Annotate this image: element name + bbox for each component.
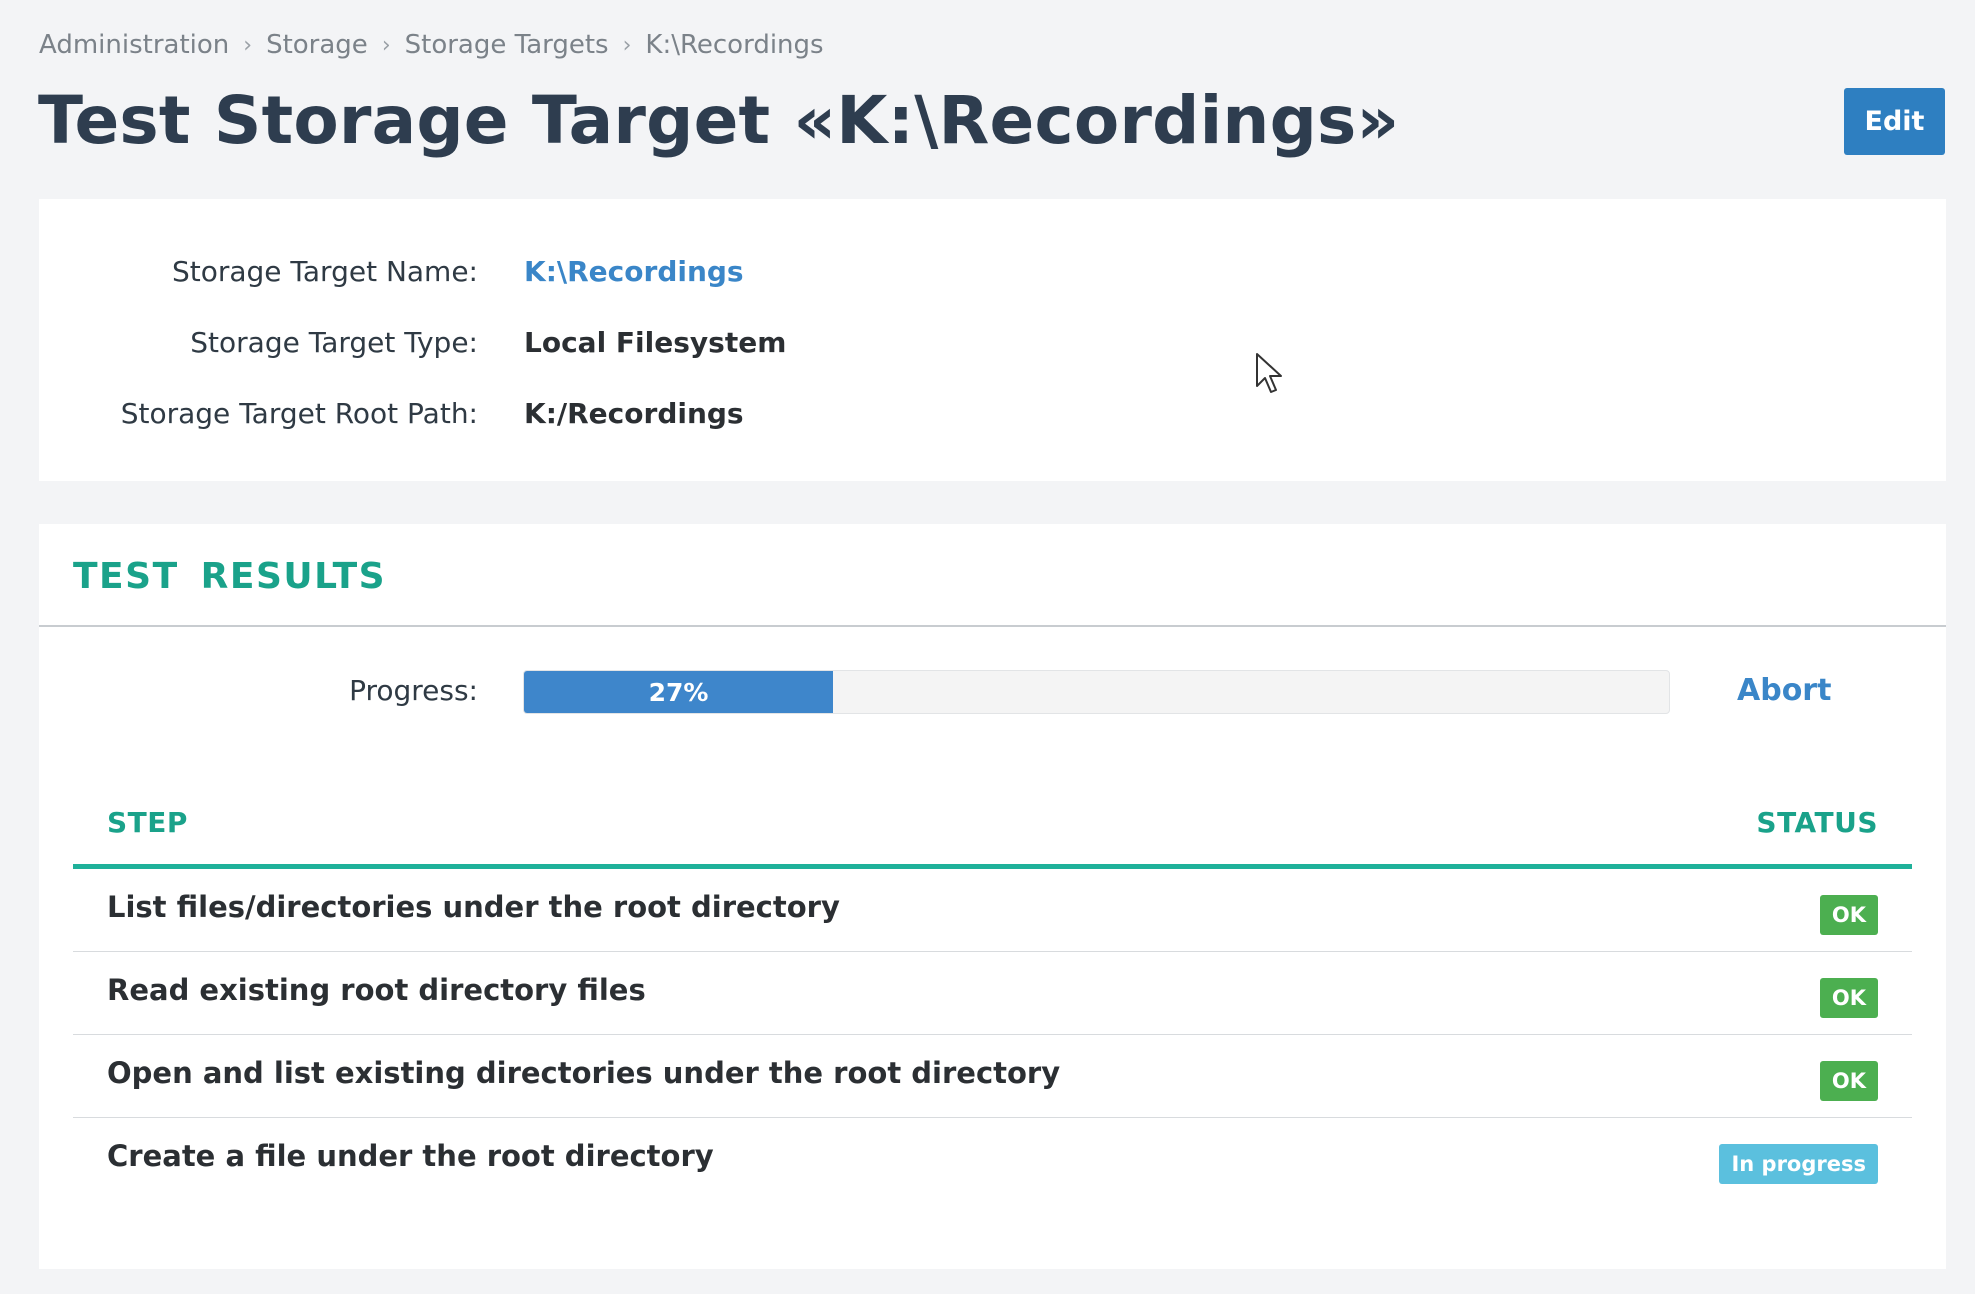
step-cell: Create a file under the root directory — [107, 1139, 714, 1173]
storage-target-type-value: Local Filesystem — [524, 325, 787, 359]
chevron-right-icon: › — [243, 32, 253, 58]
info-row-type: Storage Target Type: Local Filesystem — [39, 322, 1946, 362]
progress-percent-text: 27% — [648, 677, 709, 707]
test-results-title: TEST RESULTS — [73, 556, 387, 597]
edit-button[interactable]: Edit — [1844, 88, 1945, 155]
name-label: Storage Target Name: — [171, 254, 478, 288]
breadcrumb-storage-targets[interactable]: Storage Targets — [405, 30, 609, 60]
info-row-name: Storage Target Name: K:\Recordings — [39, 251, 1946, 291]
column-header-step: STEP — [107, 806, 188, 839]
abort-link[interactable]: Abort — [1737, 673, 1831, 708]
table-row: Read existing root directory files OK — [73, 952, 1912, 1035]
table-header: STEP STATUS — [73, 784, 1912, 869]
status-badge: OK — [1819, 895, 1878, 935]
step-cell: List files/directories under the root di… — [107, 890, 840, 924]
steps-table: STEP STATUS List files/directories under… — [73, 784, 1912, 1201]
table-row: Open and list existing directories under… — [73, 1035, 1912, 1118]
chevron-right-icon: › — [622, 32, 632, 58]
progress-bar: 27% — [523, 670, 1670, 714]
status-badge: In progress — [1719, 1144, 1878, 1184]
breadcrumb-administration[interactable]: Administration — [39, 30, 229, 60]
breadcrumb-storage[interactable]: Storage — [266, 30, 368, 60]
table-row: Create a file under the root directory I… — [73, 1118, 1912, 1201]
status-badge: OK — [1819, 978, 1878, 1018]
step-cell: Read existing root directory files — [107, 973, 646, 1007]
table-row: List files/directories under the root di… — [73, 869, 1912, 952]
column-header-status: STATUS — [1756, 806, 1878, 839]
info-row-root-path: Storage Target Root Path: K:/Recordings — [39, 393, 1946, 433]
storage-target-name-link[interactable]: K:\Recordings — [524, 255, 744, 288]
test-results-card: TEST RESULTS Progress: 27% Abort STEP ST… — [39, 524, 1946, 1269]
divider — [39, 625, 1946, 627]
page-title: Test Storage Target «K:\Recordings» — [38, 82, 1400, 159]
storage-target-root-path-value: K:/Recordings — [524, 396, 744, 430]
mouse-pointer-icon — [1256, 353, 1282, 393]
step-cell: Open and list existing directories under… — [107, 1056, 1061, 1090]
storage-target-info-card: Storage Target Name: K:\Recordings Stora… — [39, 199, 1946, 481]
breadcrumb: Administration › Storage › Storage Targe… — [39, 30, 824, 60]
progress-label: Progress: — [349, 674, 478, 707]
breadcrumb-current: K:\Recordings — [645, 30, 824, 60]
type-label: Storage Target Type: — [190, 325, 478, 359]
chevron-right-icon: › — [381, 32, 391, 58]
page: Administration › Storage › Storage Targe… — [0, 0, 1975, 1294]
progress-bar-fill: 27% — [524, 671, 834, 713]
root-path-label: Storage Target Root Path: — [120, 396, 478, 430]
status-badge: OK — [1819, 1061, 1878, 1101]
